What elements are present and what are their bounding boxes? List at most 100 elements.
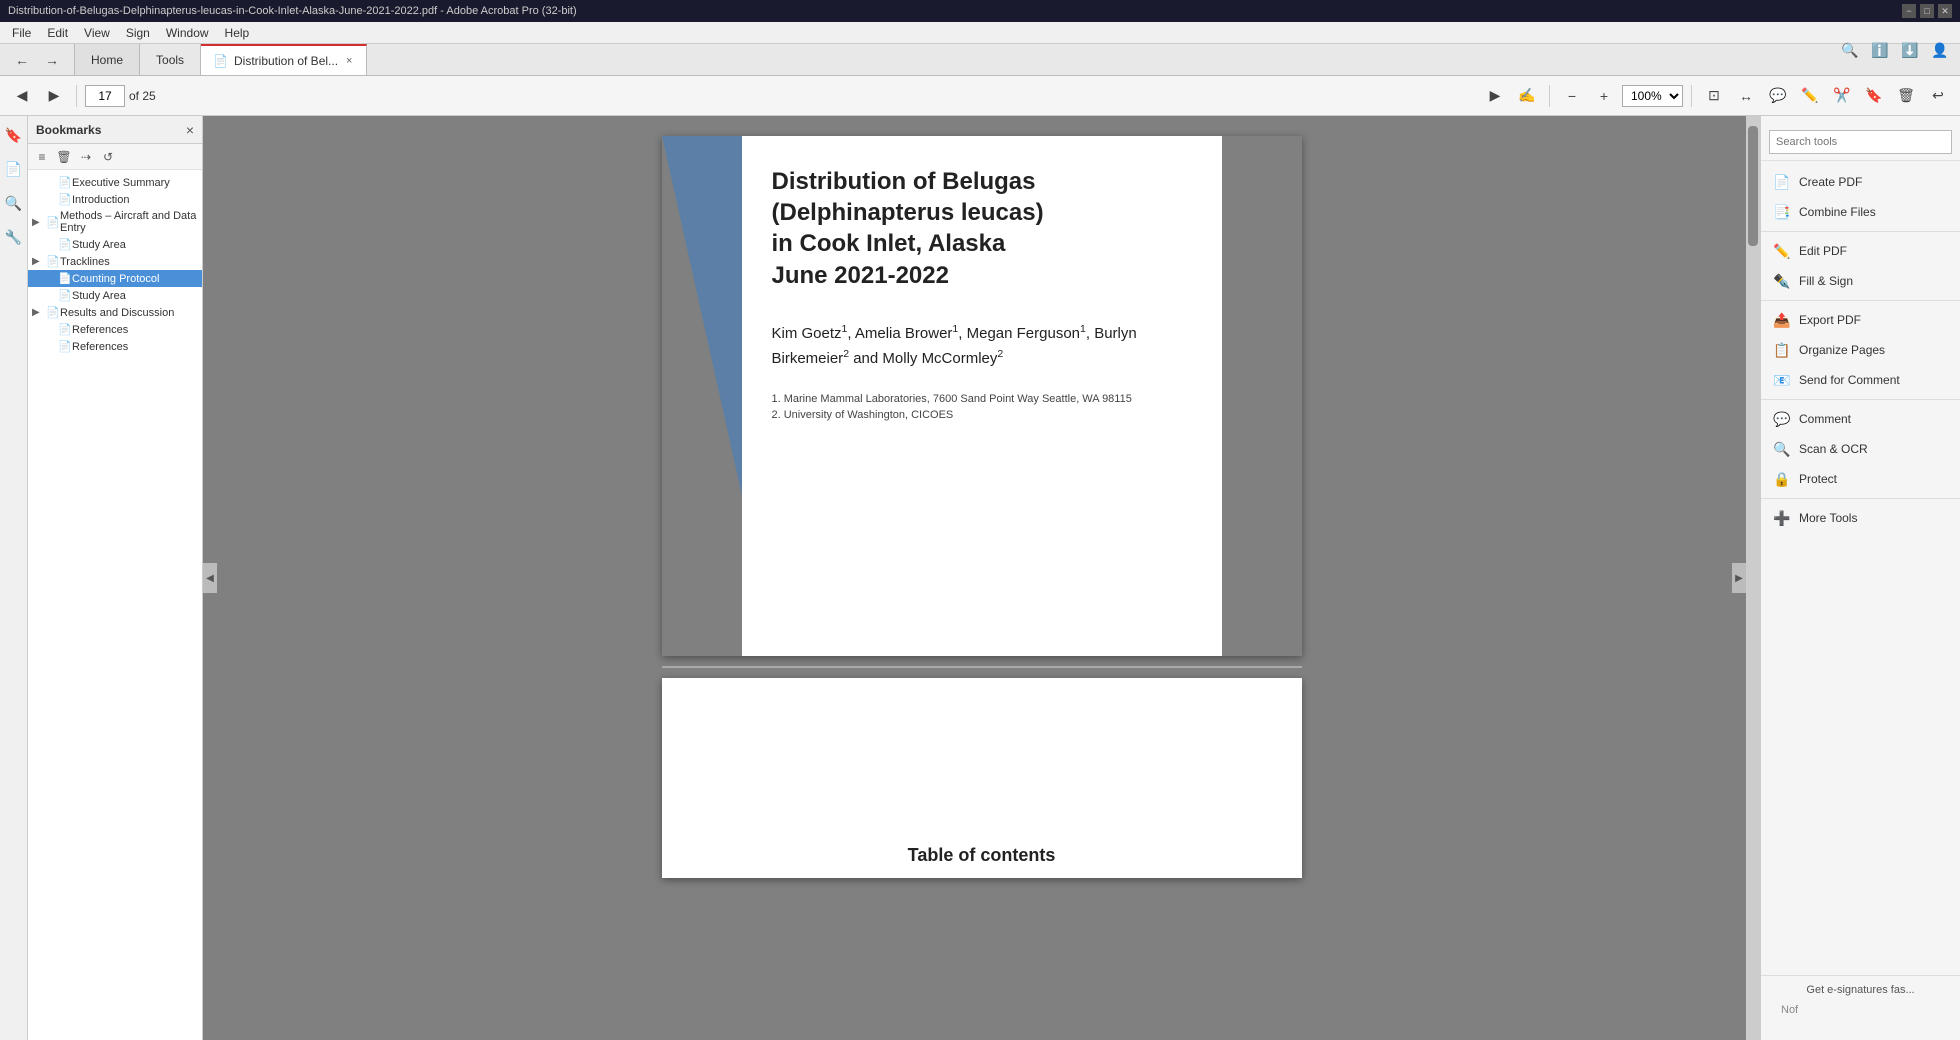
tool-more-tools[interactable]: ➕ More Tools: [1761, 503, 1960, 533]
tools-rail-icon[interactable]: 🔧: [3, 226, 25, 248]
tab-close-button[interactable]: ×: [344, 55, 354, 67]
bookmark-page-icon: 📄: [58, 289, 72, 302]
fit-page-button[interactable]: ⊡: [1700, 82, 1728, 110]
pdf-scrollbar[interactable]: [1746, 116, 1760, 1040]
bookmark-study-area2[interactable]: 📄 Study Area: [28, 287, 202, 304]
tool-organize-pages[interactable]: 📋 Organize Pages: [1761, 335, 1960, 365]
menu-file[interactable]: File: [4, 24, 39, 42]
search-rail-icon[interactable]: 🔍: [3, 192, 25, 214]
bookmark-counting[interactable]: 📄 Counting Protocol: [28, 270, 202, 287]
bookmark-exec-summary[interactable]: 📄 Executive Summary: [28, 174, 202, 191]
pdf-scroll-area[interactable]: Distribution of Belugas (Delphinapterus …: [203, 116, 1760, 1040]
close-button[interactable]: ✕: [1938, 4, 1952, 18]
tool-section: 📄 Create PDF 📑 Combine Files ✏️ Edit PDF…: [1761, 161, 1960, 539]
bookmark-page-icon: 📄: [46, 255, 60, 268]
zoom-in-button[interactable]: +: [1590, 82, 1618, 110]
zoom-select[interactable]: 100% 75% 125% 150%: [1622, 85, 1683, 107]
nof-text: Nof: [1769, 996, 1952, 1024]
maximize-button[interactable]: □: [1920, 4, 1934, 18]
tab-home[interactable]: Home: [75, 44, 140, 75]
send-comment-icon: 📧: [1773, 371, 1791, 389]
page-number-input[interactable]: [85, 85, 125, 107]
tool-scan-ocr[interactable]: 🔍 Scan & OCR: [1761, 434, 1960, 464]
undo-tool-button[interactable]: ↩: [1924, 82, 1952, 110]
tool-export-pdf[interactable]: 📤 Export PDF: [1761, 305, 1960, 335]
tool-send-comment[interactable]: 📧 Send for Comment: [1761, 365, 1960, 395]
bookmark-methods[interactable]: ▶ 📄 Methods – Aircraft and Data Entry: [28, 208, 202, 236]
bookmark-label: References: [72, 341, 198, 353]
more-tools-label: More Tools: [1799, 511, 1857, 525]
scrollbar-thumb[interactable]: [1748, 126, 1758, 246]
comment-tool-button[interactable]: 💬: [1764, 82, 1792, 110]
search-tools-input[interactable]: [1769, 130, 1952, 154]
bookmark-label: Results and Discussion: [60, 307, 198, 319]
tool-divider-2: [1761, 300, 1960, 301]
panel-menu-button[interactable]: ≡: [32, 147, 52, 167]
bookmark-results[interactable]: ▶ 📄 Results and Discussion: [28, 304, 202, 321]
bookmark-page-icon: 📄: [58, 272, 72, 285]
expand-icon: ▶: [32, 256, 46, 267]
bookmark-references[interactable]: 📄 References: [28, 321, 202, 338]
bookmark-label: Study Area: [72, 290, 198, 302]
expand-right-button[interactable]: ▶: [1732, 563, 1746, 593]
top-user-icon[interactable]: 👤: [1928, 38, 1952, 62]
bookmarks-rail-icon[interactable]: 🔖: [3, 124, 25, 146]
panel-close-button[interactable]: ×: [186, 122, 194, 138]
top-info-icon[interactable]: ℹ️: [1868, 38, 1892, 62]
tool-protect[interactable]: 🔒 Protect: [1761, 464, 1960, 494]
panel-expand-button[interactable]: ⇢: [76, 147, 96, 167]
cursor-tool-button[interactable]: ▶: [1481, 82, 1509, 110]
tool-combine-files[interactable]: 📑 Combine Files: [1761, 197, 1960, 227]
markup-tool-button[interactable]: ✏️: [1796, 82, 1824, 110]
menu-edit[interactable]: Edit: [39, 24, 76, 42]
pages-rail-icon[interactable]: 📄: [3, 158, 25, 180]
panel-delete-button[interactable]: 🗑: [54, 147, 74, 167]
protect-icon: 🔒: [1773, 470, 1791, 488]
bookmark-references2[interactable]: 📄 References: [28, 338, 202, 355]
tab-tools[interactable]: Tools: [140, 44, 201, 75]
prev-page-button[interactable]: ◀: [8, 82, 36, 110]
zoom-out-button[interactable]: −: [1558, 82, 1586, 110]
menu-window[interactable]: Window: [158, 24, 217, 42]
minimize-button[interactable]: −: [1902, 4, 1916, 18]
page-right-margin: [1222, 136, 1302, 656]
bookmark-label: Study Area: [72, 239, 198, 251]
send-comment-label: Send for Comment: [1799, 373, 1900, 387]
hand-tool-button[interactable]: ✍: [1513, 82, 1541, 110]
bookmark-introduction[interactable]: 📄 Introduction: [28, 191, 202, 208]
tab-doc[interactable]: 📄 Distribution of Bel... ×: [201, 44, 367, 75]
tool-divider-4: [1761, 498, 1960, 499]
menu-view[interactable]: View: [76, 24, 118, 42]
tool-fill-sign[interactable]: ✒️ Fill & Sign: [1761, 266, 1960, 296]
pdf-viewer: ◀ ▶ Distribution of Belugas: [203, 116, 1760, 1040]
bookmark-label: Methods – Aircraft and Data Entry: [60, 210, 198, 234]
menu-help[interactable]: Help: [217, 24, 258, 42]
top-download-icon[interactable]: ⬇️: [1898, 38, 1922, 62]
page-inner: Distribution of Belugas (Delphinapterus …: [662, 136, 1302, 656]
tool-divider-1: [1761, 231, 1960, 232]
page-total: of 25: [129, 89, 156, 103]
back-button[interactable]: ←: [8, 46, 36, 74]
bookmark-study-area[interactable]: 📄 Study Area: [28, 236, 202, 253]
tool-edit-pdf[interactable]: ✏️ Edit PDF: [1761, 236, 1960, 266]
export-pdf-icon: 📤: [1773, 311, 1791, 329]
tool-comment[interactable]: 💬 Comment: [1761, 404, 1960, 434]
forward-button[interactable]: →: [38, 46, 66, 74]
menu-sign[interactable]: Sign: [118, 24, 158, 42]
next-page-button[interactable]: ▶: [40, 82, 68, 110]
stamp-tool-button[interactable]: 🔖: [1860, 82, 1888, 110]
top-search-icon[interactable]: 🔍: [1838, 38, 1862, 62]
right-panel-search: [1761, 124, 1960, 161]
panel-refresh-button[interactable]: ↺: [98, 147, 118, 167]
fit-width-button[interactable]: ↔: [1732, 82, 1760, 110]
main-layout: 🔖 📄 🔍 🔧 Bookmarks × ≡ 🗑 ⇢ ↺ 📄 Executive …: [0, 116, 1960, 1040]
bookmark-tracklines[interactable]: ▶ 📄 Tracklines: [28, 253, 202, 270]
tool-create-pdf[interactable]: 📄 Create PDF: [1761, 167, 1960, 197]
redact-tool-button[interactable]: ✂️: [1828, 82, 1856, 110]
delete-tool-button[interactable]: 🗑: [1892, 82, 1920, 110]
blue-triangle-decoration: [662, 136, 742, 496]
protect-label: Protect: [1799, 472, 1837, 486]
collapse-left-button[interactable]: ◀: [203, 563, 217, 593]
scroll-spacer: [1746, 116, 1760, 126]
create-pdf-label: Create PDF: [1799, 175, 1862, 189]
